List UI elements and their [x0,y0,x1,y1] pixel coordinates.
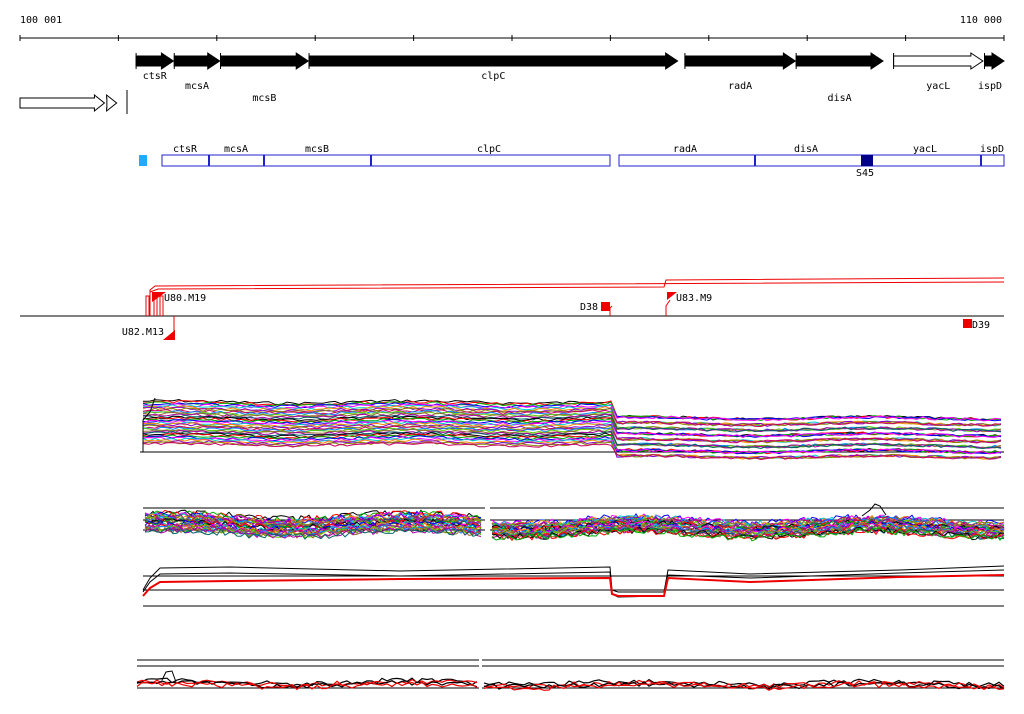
gene-track: ctsR mcsA mcsB clpC radA disA yacL ispD [19,52,1005,114]
profile-lines [144,503,1005,542]
feature-u82-m13-label: U82.M13 [122,327,164,338]
expression-panel-b [143,500,1005,545]
gene-arrow-disA [795,52,884,70]
operon-label-disA: disA [794,144,818,155]
gene-label-mcsA: mcsA [185,81,209,92]
feature-d38-label: D38 [580,302,598,313]
ruler-start-label: 100 001 [20,15,62,26]
operon-highlight [861,155,873,166]
feature-d38-marker [601,302,610,311]
upstream-feature-arrow [19,93,106,113]
expression-panel-d [136,655,1005,695]
gene-arrow-yacL [893,52,984,70]
panel-gap [479,655,482,695]
gene-label-yacL: yacL [926,81,950,92]
gene-arrow-ctsR [135,52,175,70]
gene-label-radA: radA [728,81,752,92]
profile-lines [142,565,1005,598]
operon-track: ctsR mcsA mcsB clpC radA disA yacL ispD S45 [139,144,1005,179]
gene-arrow-clpC [308,52,679,70]
operon-label-radA: radA [673,144,697,155]
operon-label-ctsR: ctsR [173,144,198,155]
gene-label-mcsB: mcsB [252,93,276,104]
expression-panel-c [142,565,1005,607]
feature-u82-m13-flag [163,330,175,340]
operon-box [618,154,1005,167]
feature-d39-marker [963,319,972,328]
tu-bracket [145,295,150,316]
feature-u80-m19-label: U80.M19 [164,293,206,304]
gene-arrow-mcsA [173,52,221,70]
profile-line [142,569,1005,598]
transcript-feature-track: U80.M19 U82.M13 D38 U83.M9 D39 [20,277,1005,340]
operon-label-mcsB: mcsB [305,144,329,155]
operon-label-mcsA: mcsA [224,144,248,155]
gene-label-disA: disA [828,93,852,104]
operon-highlight-label: S45 [856,168,874,179]
gene-arrow-radA [684,52,797,70]
profile-peak [861,503,887,517]
ruler-end-label: 110 000 [960,15,1002,26]
feature-u83-m9-label: U83.M9 [676,293,712,304]
operon-box [161,154,611,167]
gene-label-ispD: ispD [978,81,1002,92]
operon-label-clpC: clpC [477,144,501,155]
operon-label-ispD: ispD [980,144,1004,155]
gene-arrow-ispD [984,52,1005,70]
operon-marker [139,155,147,166]
gene-arrow-mcsB [220,52,310,70]
expression-panel-a [140,397,1004,461]
tu-bracket [665,299,671,316]
gene-label-ctsR: ctsR [143,71,168,82]
gene-label-clpC: clpC [481,71,505,82]
profile-lines [136,670,1005,691]
profile-lines [142,397,1002,461]
coordinate-ruler: 100 001 110 000 [19,15,1005,41]
operon-label-yacL: yacL [913,144,937,155]
panel-gap [485,500,490,545]
tu-bracket [609,305,613,316]
feature-d39-label: D39 [972,320,990,331]
upstream-feature-arrow [106,93,118,113]
profile-line-red [142,574,1005,597]
tu-bracket [159,295,164,316]
genome-browser-canvas: 100 001 110 000 ctsR mcsA mcsB clpC radA disA… [19,15,1005,695]
